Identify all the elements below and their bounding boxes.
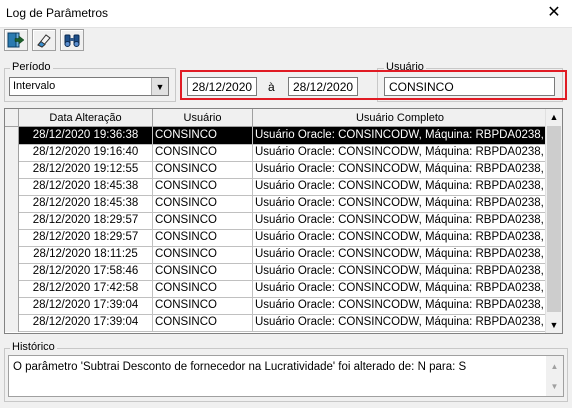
period-select-value: Intervalo (13, 80, 56, 92)
cell-date: 28/12/2020 18:45:38 (19, 178, 153, 196)
cell-date: 28/12/2020 17:39:04 (19, 297, 153, 315)
cell-date: 28/12/2020 18:29:57 (19, 212, 153, 230)
cell-date: 28/12/2020 17:42:58 (19, 280, 153, 298)
title-bar: Log de Parâmetros ✕ (0, 0, 572, 28)
exit-button[interactable] (4, 29, 28, 51)
cell-full-user: Usuário Oracle: CONSINCODW, Máquina: RBP… (255, 146, 547, 158)
cell-date: 28/12/2020 19:12:55 (19, 161, 153, 179)
cell-full-user: Usuário Oracle: CONSINCODW, Máquina: RBP… (255, 299, 547, 311)
clear-button[interactable] (32, 29, 56, 51)
exit-icon (7, 32, 25, 48)
table-row[interactable]: 28/12/2020 18:45:38 CONSINCO Usuário Oracl… (5, 195, 547, 213)
history-label: Histórico (10, 341, 57, 353)
scroll-down-icon[interactable]: ▼ (546, 317, 562, 333)
table-row[interactable]: 28/12/2020 18:29:57 CONSINCO Usuário Oracl… (5, 212, 547, 230)
search-button[interactable] (60, 29, 84, 51)
cell-user: CONSINCO (153, 246, 253, 264)
row-indicator[interactable] (5, 280, 19, 298)
period-select[interactable]: Intervalo ▼ (9, 77, 169, 96)
cell-date: 28/12/2020 17:58:46 (19, 263, 153, 281)
cell-user: CONSINCO (153, 161, 253, 179)
cell-full-user: Usuário Oracle: CONSINCODW, Máquina: RBP… (255, 316, 547, 328)
table-row[interactable]: 28/12/2020 17:58:46 CONSINCO Usuário Oracl… (5, 263, 547, 281)
period-label: Período (10, 61, 53, 73)
memo-scroll-up-icon[interactable]: ▲ (546, 356, 563, 376)
row-indicator[interactable] (5, 212, 19, 230)
cell-full-user: Usuário Oracle: CONSINCODW, Máquina: RBP… (255, 282, 547, 294)
cell-user: CONSINCO (153, 127, 253, 145)
highlight-box (180, 70, 567, 100)
table-row[interactable]: 28/12/2020 17:42:58 CONSINCO Usuário Oracl… (5, 280, 547, 298)
row-indicator[interactable] (5, 178, 19, 196)
cell-date: 28/12/2020 19:16:40 (19, 144, 153, 162)
table-row[interactable]: 28/12/2020 18:11:25 CONSINCO Usuário Oracl… (5, 246, 547, 264)
cell-full-user: Usuário Oracle: CONSINCODW, Máquina: RBP… (255, 163, 547, 175)
cell-date: 28/12/2020 17:39:04 (19, 314, 153, 332)
cell-user: CONSINCO (153, 144, 253, 162)
cell-user: CONSINCO (153, 178, 253, 196)
cell-full-user: Usuário Oracle: CONSINCODW, Máquina: RBP… (255, 248, 547, 260)
cell-full-user: Usuário Oracle: CONSINCODW, Máquina: RBP… (255, 197, 547, 209)
grid-header: Data Alteração Usuário Usuário Completo (5, 109, 547, 127)
table-row[interactable]: 28/12/2020 17:39:04 CONSINCO Usuário Oracl… (5, 314, 547, 332)
cell-date: 28/12/2020 18:29:57 (19, 229, 153, 247)
scroll-thumb[interactable] (547, 126, 561, 312)
table-row[interactable]: 28/12/2020 17:39:04 CONSINCO Usuário Oracl… (5, 297, 547, 315)
row-indicator[interactable] (5, 229, 19, 247)
cell-user: CONSINCO (153, 229, 253, 247)
row-indicator[interactable] (5, 144, 19, 162)
header-indicator (5, 109, 19, 127)
cell-full-user: Usuário Oracle: CONSINCODW, Máquina: RBP… (255, 180, 547, 192)
header-user[interactable]: Usuário (153, 109, 253, 127)
chevron-down-icon[interactable]: ▼ (151, 78, 168, 95)
memo-scroll-down-icon[interactable]: ▼ (546, 376, 563, 396)
table-row[interactable]: 28/12/2020 19:16:40 CONSINCO Usuário Oracl… (5, 144, 547, 162)
header-date[interactable]: Data Alteração (19, 109, 153, 127)
cell-full-user: Usuário Oracle: CONSINCODW, Máquina: RBP… (255, 265, 547, 277)
table-row[interactable]: 28/12/2020 18:45:38 CONSINCO Usuário Oracl… (5, 178, 547, 196)
table-row[interactable]: 28/12/2020 18:29:57 CONSINCO Usuário Oracl… (5, 229, 547, 247)
table-row[interactable]: 28/12/2020 19:36:38 CONSINCO Usuário Oracl… (5, 127, 547, 145)
row-indicator[interactable] (5, 246, 19, 264)
cell-date: 28/12/2020 19:36:38 (19, 127, 153, 145)
log-grid[interactable]: Data Alteração Usuário Usuário Completo … (4, 108, 563, 334)
row-indicator[interactable] (5, 263, 19, 281)
row-indicator[interactable] (5, 195, 19, 213)
row-indicator[interactable] (5, 297, 19, 315)
header-full-user[interactable]: Usuário Completo (253, 109, 547, 127)
cell-full-user: Usuário Oracle: CONSINCODW, Máquina: RBP… (255, 129, 547, 141)
grid-scrollbar[interactable]: ▲ ▼ (545, 109, 562, 333)
cell-user: CONSINCO (153, 297, 253, 315)
row-indicator[interactable] (5, 314, 19, 332)
cell-full-user: Usuário Oracle: CONSINCODW, Máquina: RBP… (255, 214, 547, 226)
binoculars-icon (64, 34, 80, 47)
history-memo[interactable]: O parâmetro 'Subtrai Desconto de fornece… (8, 355, 564, 397)
table-row[interactable]: 28/12/2020 19:12:55 CONSINCO Usuário Oracl… (5, 161, 547, 179)
window-title: Log de Parâmetros (6, 6, 109, 20)
scroll-up-icon[interactable]: ▲ (546, 109, 562, 125)
cell-date: 28/12/2020 18:11:25 (19, 246, 153, 264)
cell-user: CONSINCO (153, 263, 253, 281)
cell-date: 28/12/2020 18:45:38 (19, 195, 153, 213)
row-indicator[interactable] (5, 161, 19, 179)
cell-user: CONSINCO (153, 280, 253, 298)
close-icon[interactable]: ✕ (540, 2, 568, 24)
cell-user: CONSINCO (153, 195, 253, 213)
history-text: O parâmetro 'Subtrai Desconto de fornece… (13, 361, 467, 373)
cell-full-user: Usuário Oracle: CONSINCODW, Máquina: RBP… (255, 231, 547, 243)
cell-user: CONSINCO (153, 212, 253, 230)
cell-user: CONSINCO (153, 314, 253, 332)
row-indicator[interactable] (5, 127, 19, 145)
eraser-icon (37, 34, 51, 48)
history-scrollbar[interactable]: ▲ ▼ (546, 356, 563, 396)
